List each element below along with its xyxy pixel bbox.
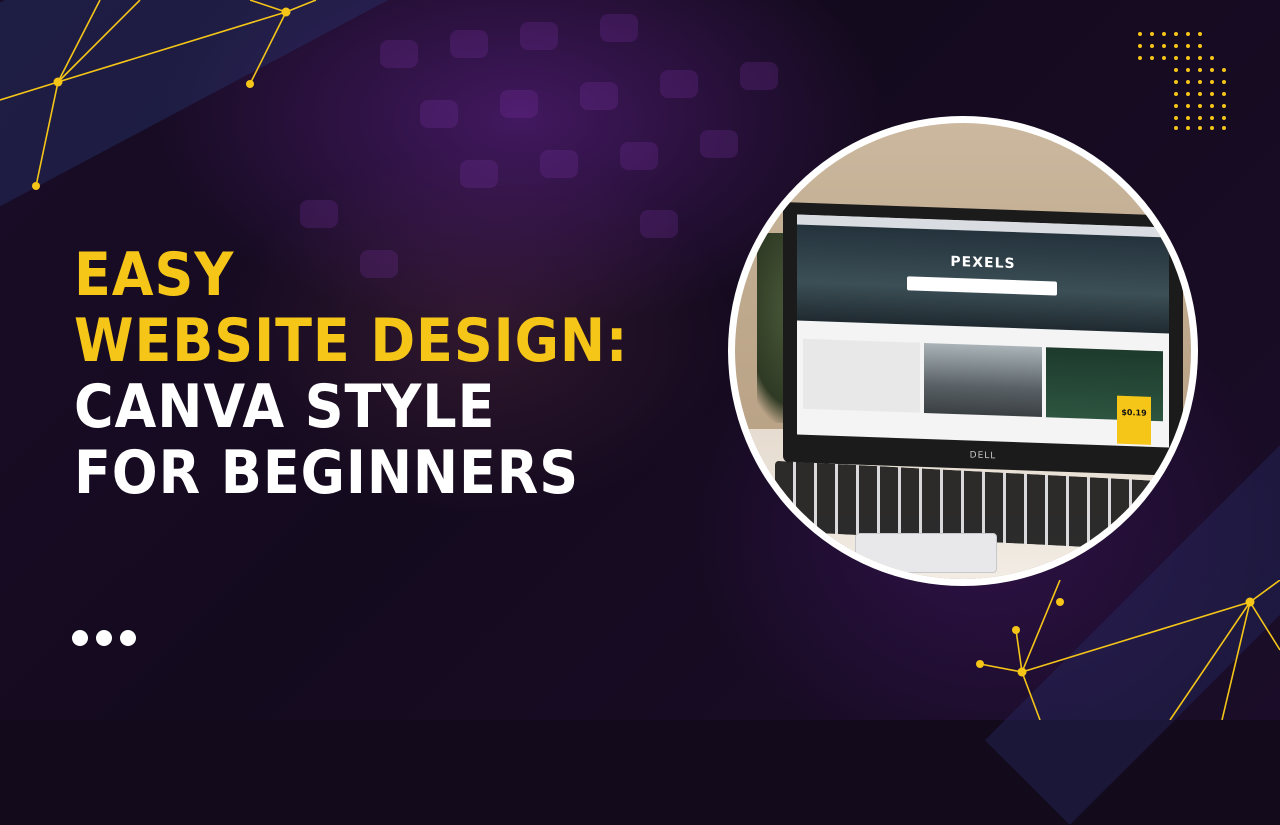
photo-thumbnail (924, 342, 1042, 418)
website-search-bar (907, 276, 1057, 296)
website-hero: PEXELS (797, 224, 1169, 334)
ad-banner: $0.19 (1117, 395, 1151, 445)
dot-grid-icon (1138, 32, 1226, 130)
more-dots-icon (72, 630, 136, 646)
photo-thumbnail (803, 338, 921, 413)
headline-line-1: EASY (74, 240, 235, 310)
network-lines-icon (0, 0, 317, 190)
laptop-photo-frame: PEXELS $0.19 DELL (728, 116, 1198, 586)
laptop-touchpad (855, 533, 997, 573)
laptop-photo: PEXELS $0.19 DELL (735, 123, 1191, 579)
dot (72, 630, 88, 646)
dot (96, 630, 112, 646)
photo-grid (797, 321, 1169, 422)
laptop-screen: PEXELS $0.19 DELL (783, 202, 1183, 476)
headline-line-2: WEBSITE DESIGN: (74, 306, 629, 376)
browser-window: PEXELS $0.19 (797, 214, 1169, 448)
headline-line-3: CANVA STYLE (74, 372, 496, 442)
headline-line-4: FOR BEGINNERS (74, 438, 580, 508)
website-title: PEXELS (950, 253, 1016, 273)
headline: EASY WEBSITE DESIGN: CANVA STYLE FOR BEG… (74, 242, 628, 506)
network-lines-icon (976, 580, 1280, 720)
dot (120, 630, 136, 646)
